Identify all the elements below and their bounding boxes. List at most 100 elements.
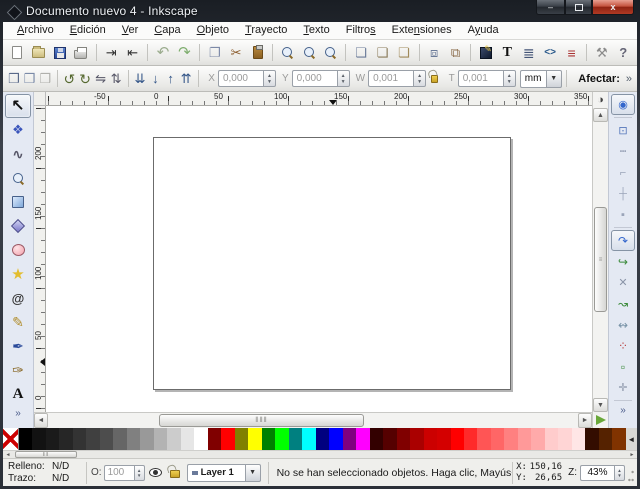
xml-editor-button[interactable]: <> xyxy=(540,42,559,64)
horizontal-scrollbar[interactable]: ◄ ⦀⦀⦀ ► xyxy=(34,412,592,428)
snap-enable-button[interactable]: ◉ xyxy=(611,94,635,115)
color-swatch[interactable] xyxy=(154,428,167,450)
snap-bbox-edges-button[interactable]: ┅ xyxy=(611,141,635,162)
color-swatch[interactable] xyxy=(491,428,504,450)
star-tool-button[interactable]: ★ xyxy=(5,262,31,286)
color-swatch[interactable] xyxy=(599,428,612,450)
snap-object-centers-button[interactable]: ▫ xyxy=(611,356,635,377)
cut-button[interactable]: ✂ xyxy=(226,42,245,64)
color-swatch[interactable] xyxy=(275,428,288,450)
color-swatch[interactable] xyxy=(545,428,558,450)
titlebar[interactable]: Documento nuevo 4 - Inkscape – x xyxy=(3,0,637,22)
zoom-tool-button[interactable] xyxy=(5,166,31,190)
menu-capa[interactable]: Capa xyxy=(146,22,188,39)
export-button[interactable]: ⇤ xyxy=(123,42,142,64)
color-swatch[interactable] xyxy=(572,428,585,450)
x-input[interactable]: 0,000 xyxy=(218,70,263,87)
palette-scrollbar[interactable]: ◄ ⦀⦀ ► xyxy=(3,450,637,458)
resize-grip[interactable] xyxy=(627,463,635,483)
snap-path-intersections-button[interactable]: ✕ xyxy=(611,272,635,293)
preferences-button[interactable]: ⚒ xyxy=(592,42,611,64)
color-swatch[interactable] xyxy=(32,428,45,450)
t-spinner[interactable]: ▲▼ xyxy=(503,70,516,87)
color-swatch[interactable] xyxy=(464,428,477,450)
color-swatch[interactable] xyxy=(558,428,571,450)
opacity-input[interactable]: 100 xyxy=(104,465,134,481)
node-tool-button[interactable]: ❖ xyxy=(5,118,31,142)
color-swatch[interactable] xyxy=(86,428,99,450)
calligraphy-tool-button[interactable]: ✑ xyxy=(5,358,31,382)
vertical-scrollbar[interactable]: ≡ xyxy=(593,122,608,398)
fill-stroke-indicator[interactable]: Relleno: N/D Trazo: N/D xyxy=(5,461,82,485)
snap-bbox-button[interactable]: ⊡ xyxy=(611,120,635,141)
color-none-swatch[interactable] xyxy=(3,428,19,450)
unlink-clone-button[interactable]: ❏ xyxy=(394,42,413,64)
maximize-button[interactable] xyxy=(565,0,592,15)
zoom-selection-button[interactable] xyxy=(278,42,297,64)
t-input[interactable]: 0,001 xyxy=(458,70,503,87)
lower-to-bottom-button[interactable]: ⇊ xyxy=(133,68,146,90)
select-all-layers-button[interactable]: ❒ xyxy=(23,68,37,90)
text-tool-button[interactable]: A xyxy=(5,382,31,406)
menu-archivo[interactable]: Archivo xyxy=(9,22,62,39)
close-button[interactable]: x xyxy=(592,0,634,15)
create-clone-button[interactable]: ❏ xyxy=(373,42,392,64)
scroll-left-arrow-icon[interactable]: ◄ xyxy=(34,413,48,428)
snap-cusp-nodes-button[interactable]: ↝ xyxy=(611,293,635,314)
color-swatch[interactable] xyxy=(167,428,180,450)
raise-to-top-button[interactable]: ⇈ xyxy=(179,68,192,90)
menu-objeto[interactable]: Objeto xyxy=(189,22,237,39)
x-spinner[interactable]: ▲▼ xyxy=(263,70,276,87)
zoom-input[interactable]: 43% xyxy=(580,465,614,481)
open-document-button[interactable] xyxy=(28,42,47,64)
w-input[interactable]: 0,001 xyxy=(368,70,413,87)
color-swatch[interactable] xyxy=(100,428,113,450)
menu-filtros[interactable]: Filtros xyxy=(338,22,384,39)
opacity-spinner[interactable]: ▲▼ xyxy=(134,465,145,481)
flip-horizontal-button[interactable]: ⇋ xyxy=(94,68,107,90)
color-swatch[interactable] xyxy=(73,428,86,450)
snap-bbox-corners-button[interactable]: ⌐ xyxy=(611,162,635,183)
color-swatch[interactable] xyxy=(46,428,59,450)
redo-button[interactable]: ↷ xyxy=(175,42,194,64)
color-swatch[interactable] xyxy=(248,428,261,450)
layer-visibility-eye-icon[interactable] xyxy=(149,468,162,477)
color-swatch[interactable] xyxy=(370,428,383,450)
vertical-scroll-thumb[interactable]: ≡ xyxy=(594,207,607,312)
color-swatch[interactable] xyxy=(19,428,32,450)
palette-scroll-thumb[interactable]: ⦀⦀ xyxy=(15,451,77,458)
zoom-drawing-button[interactable] xyxy=(300,42,319,64)
menu-ayuda[interactable]: Ayuda xyxy=(460,22,507,39)
snap-paths-button[interactable]: ↪ xyxy=(611,251,635,272)
layers-dialog-button[interactable]: ≣ xyxy=(519,42,538,64)
toolbar-overflow-button[interactable]: » xyxy=(626,73,632,85)
menu-extensiones[interactable]: Extensiones xyxy=(384,22,460,39)
box3d-tool-button[interactable] xyxy=(5,214,31,238)
lock-ratio-icon[interactable] xyxy=(431,75,438,83)
color-swatch[interactable] xyxy=(59,428,72,450)
color-swatch[interactable] xyxy=(113,428,126,450)
tweak-tool-button[interactable]: ∿ xyxy=(5,142,31,166)
text-dialog-button[interactable]: T xyxy=(498,42,517,64)
document-page[interactable] xyxy=(153,137,511,390)
color-swatch[interactable] xyxy=(585,428,598,450)
color-swatch[interactable] xyxy=(235,428,248,450)
canvas[interactable] xyxy=(46,106,592,412)
fill-stroke-dialog-button[interactable] xyxy=(476,42,495,64)
color-swatch[interactable] xyxy=(289,428,302,450)
color-swatch[interactable] xyxy=(140,428,153,450)
snap-midpoints-button[interactable]: ⁘ xyxy=(611,335,635,356)
save-document-button[interactable] xyxy=(50,42,69,64)
snap-bbox-edge-midpoints-button[interactable]: ┼ xyxy=(611,183,635,204)
color-swatch[interactable] xyxy=(127,428,140,450)
vertical-ruler[interactable]: 200150100500 xyxy=(34,106,46,412)
toolbox-overflow-button[interactable]: » xyxy=(15,408,21,419)
color-swatch[interactable] xyxy=(477,428,490,450)
color-swatch[interactable] xyxy=(397,428,410,450)
selector-tool-button[interactable]: ↖ xyxy=(5,94,31,118)
color-swatch[interactable] xyxy=(383,428,396,450)
lower-button[interactable]: ↓ xyxy=(149,68,162,90)
snap-smooth-nodes-button[interactable]: ↭ xyxy=(611,314,635,335)
rotate-ccw-button[interactable]: ↺ xyxy=(63,68,77,90)
horizontal-ruler[interactable]: -50050100150200250300350 xyxy=(46,92,592,106)
